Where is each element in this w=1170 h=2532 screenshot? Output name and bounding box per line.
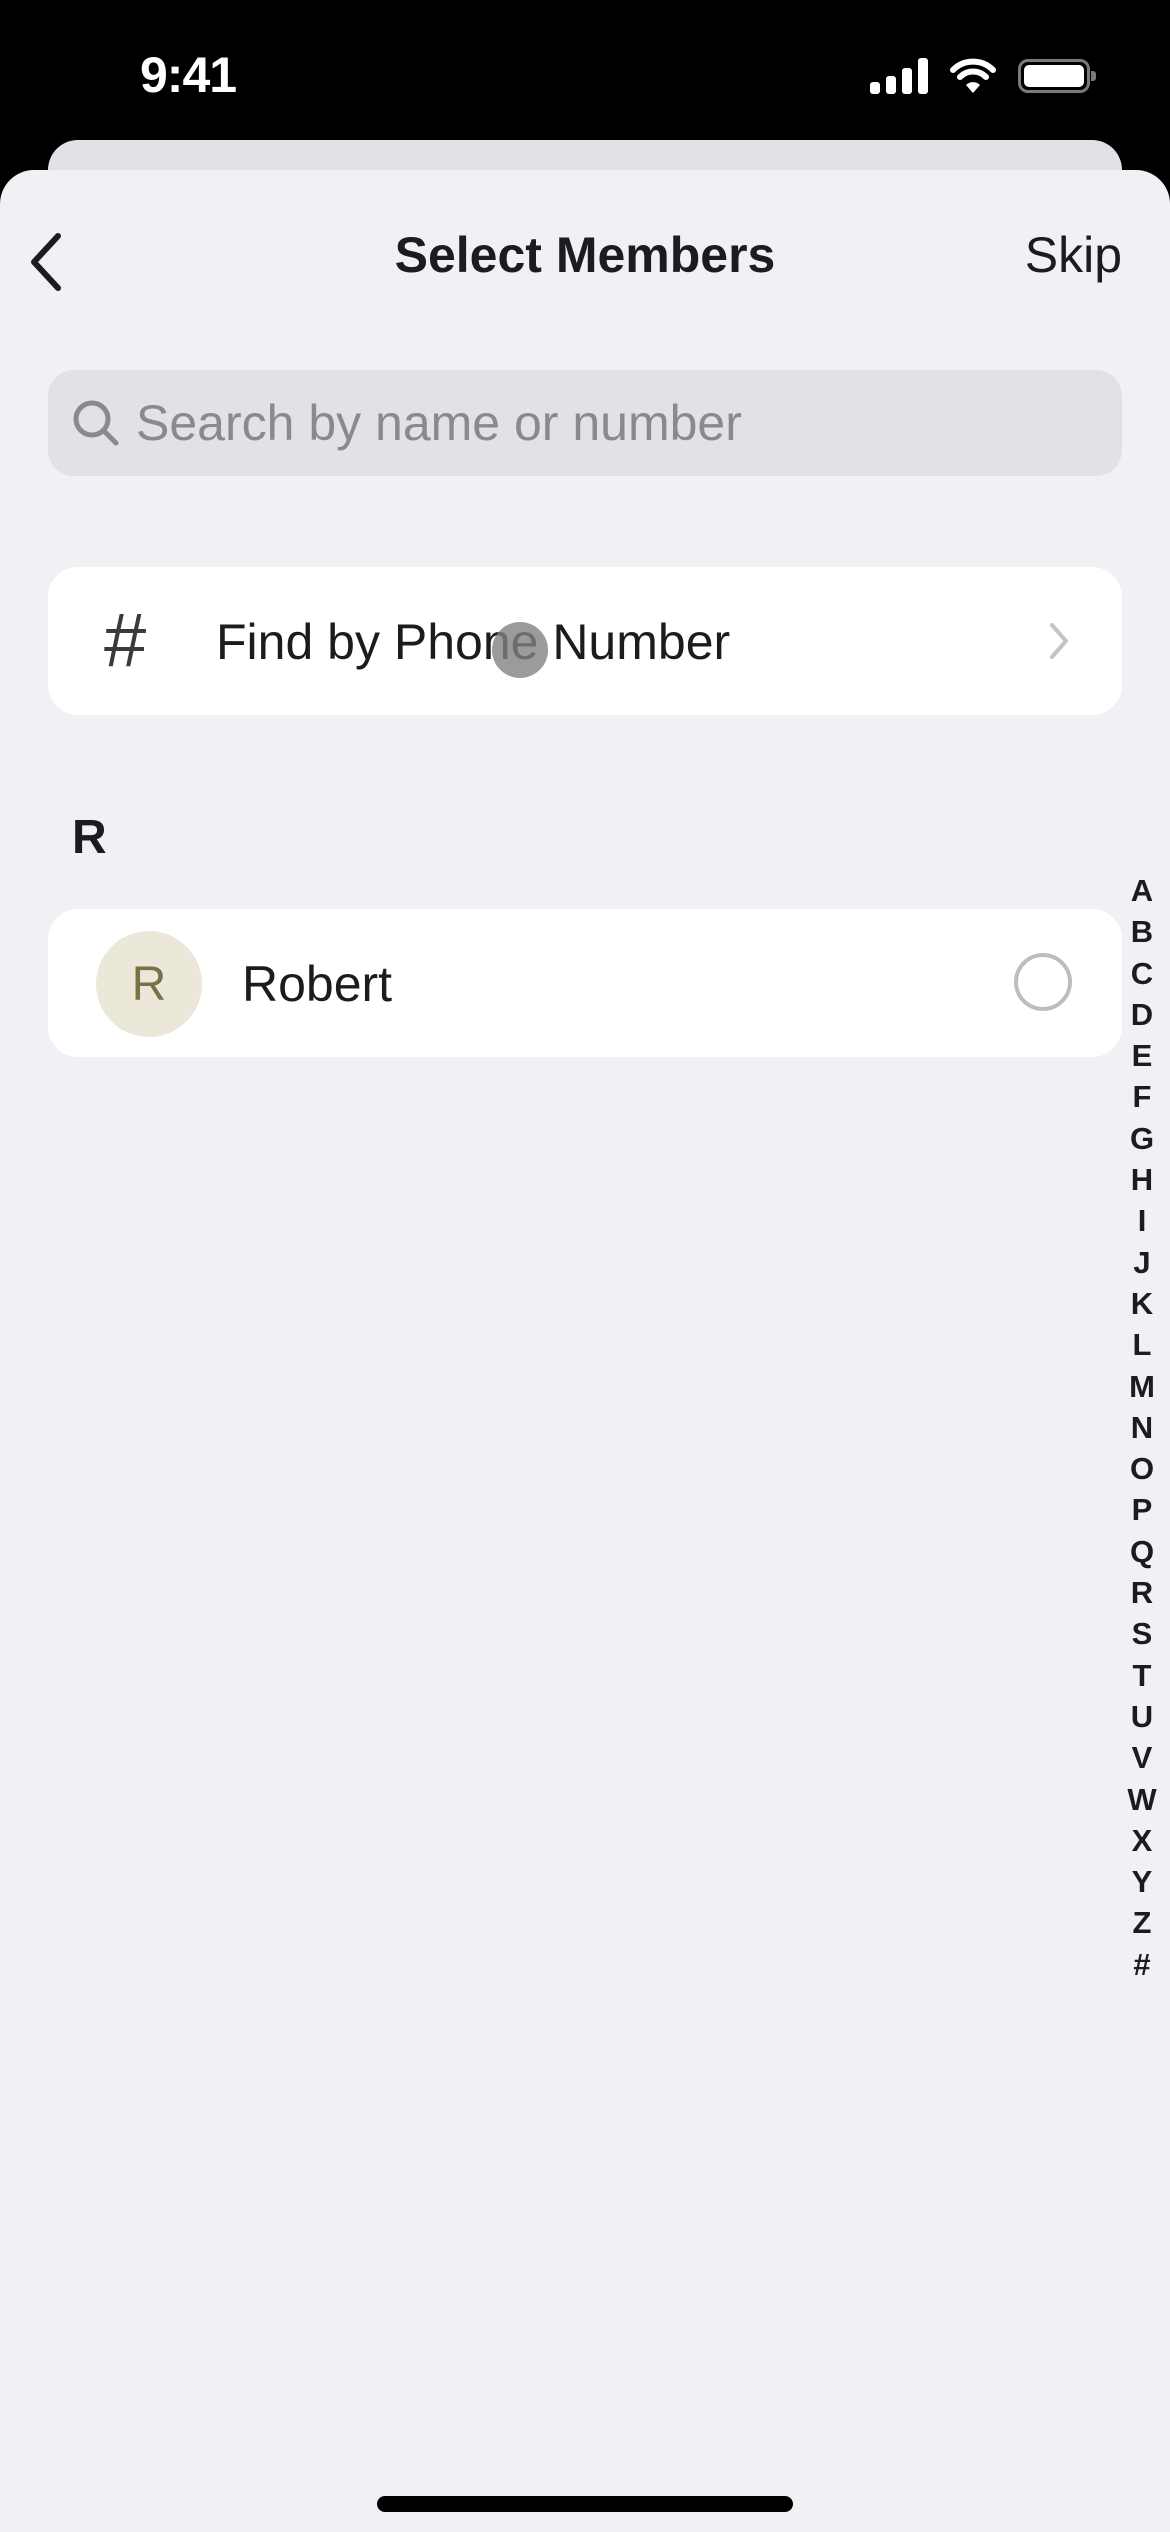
index-letter[interactable]: B [1131, 911, 1153, 952]
contact-row[interactable]: R Robert [48, 909, 1122, 1057]
contact-name: Robert [242, 956, 393, 1012]
index-letter[interactable]: E [1132, 1035, 1153, 1076]
wifi-icon [950, 58, 996, 93]
index-letter[interactable]: W [1127, 1779, 1156, 1820]
index-letter[interactable]: F [1133, 1076, 1152, 1117]
chevron-right-icon [1050, 623, 1068, 659]
index-letter[interactable]: R [1131, 1572, 1153, 1613]
navigation-bar: Select Members Skip [0, 170, 1170, 340]
section-header: R [72, 811, 107, 864]
skip-button[interactable]: Skip [1025, 226, 1122, 284]
index-letter[interactable]: H [1131, 1159, 1153, 1200]
index-letter[interactable]: J [1133, 1242, 1150, 1283]
index-letter[interactable]: V [1132, 1737, 1153, 1778]
find-by-phone-number-row[interactable]: # Find by Phone Number [48, 567, 1122, 715]
index-letter[interactable]: C [1131, 953, 1153, 994]
index-letter[interactable]: K [1131, 1283, 1153, 1324]
hash-icon: # [104, 598, 147, 683]
index-letter[interactable]: # [1133, 1944, 1150, 1985]
status-time: 9:41 [140, 47, 237, 103]
find-by-phone-label: Find by Phone Number [216, 614, 731, 670]
index-letter[interactable]: Y [1132, 1861, 1153, 1902]
cellular-signal-icon [870, 58, 928, 94]
select-radio-button[interactable] [1014, 953, 1072, 1011]
index-letter[interactable]: U [1131, 1696, 1153, 1737]
index-letter[interactable]: D [1131, 994, 1153, 1035]
index-letter[interactable]: P [1132, 1489, 1153, 1530]
search-icon [73, 400, 119, 446]
index-letter[interactable]: Q [1130, 1531, 1154, 1572]
alphabet-index-bar[interactable]: A B C D E F G H I J K L M N O P Q R S T U V W X Y Z # [1122, 870, 1162, 1985]
touch-indicator [492, 622, 548, 678]
index-letter[interactable]: L [1133, 1324, 1152, 1365]
index-letter[interactable]: G [1130, 1118, 1154, 1159]
index-letter[interactable]: X [1132, 1820, 1153, 1861]
index-letter[interactable]: A [1131, 870, 1153, 911]
battery-icon [1018, 59, 1096, 93]
index-letter[interactable]: M [1129, 1366, 1155, 1407]
index-letter[interactable]: Z [1133, 1902, 1152, 1943]
search-input[interactable] [134, 393, 1038, 453]
avatar: R [96, 931, 202, 1037]
index-letter[interactable]: T [1133, 1655, 1152, 1696]
status-icons [870, 58, 1096, 94]
search-bar[interactable] [48, 370, 1122, 476]
status-bar: 9:41 [0, 0, 1170, 140]
select-members-sheet: Select Members Skip # Find by Phone Numb… [0, 170, 1170, 2532]
home-indicator[interactable] [377, 2496, 793, 2512]
index-letter[interactable]: O [1130, 1448, 1154, 1489]
index-letter[interactable]: N [1131, 1407, 1153, 1448]
page-title: Select Members [394, 227, 776, 283]
index-letter[interactable]: I [1138, 1200, 1147, 1241]
index-letter[interactable]: S [1132, 1613, 1153, 1654]
